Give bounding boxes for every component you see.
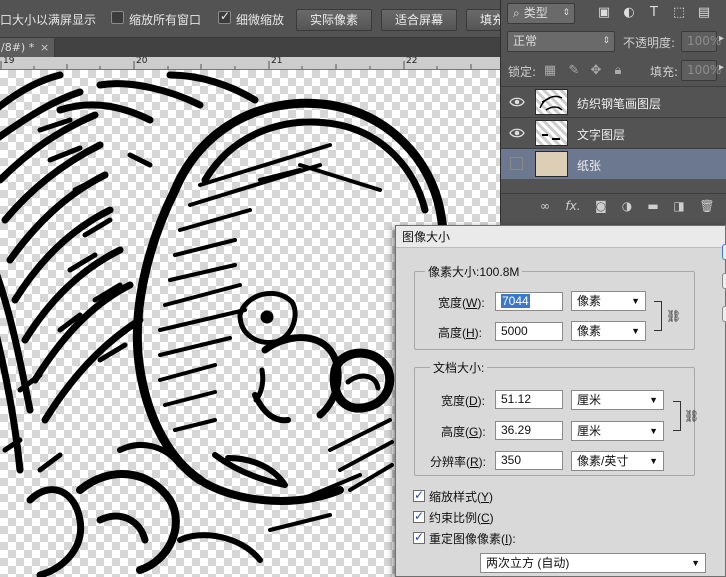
scale-styles-label[interactable]: 缩放样式(Y) <box>429 488 493 505</box>
layer-filter-label: 类型 <box>523 6 548 20</box>
eye-icon[interactable] <box>509 126 525 140</box>
chain-link-icon: ⛓︎ <box>666 309 682 323</box>
document-size-legend: 文档大小: <box>430 359 488 376</box>
link-bracket <box>654 301 662 331</box>
tab-strip <box>55 38 500 57</box>
layer-thumbnail <box>535 89 568 115</box>
layer-name: 纺织钢笔画图层 <box>577 97 662 111</box>
smart-object-filter-icon[interactable]: ▤ <box>697 6 711 20</box>
layer-thumbnail <box>535 151 568 177</box>
doc-width-label: 宽度(D): <box>441 394 486 408</box>
layers-bottom-bar: ∞ fx. ◙ ◑ ▬ ◨ 🗑︎ <box>501 193 726 217</box>
lock-label: 锁定: <box>508 65 537 79</box>
folder-icon[interactable]: ▬ <box>645 198 661 214</box>
resolution-unit-select[interactable]: 像素/英寸 <box>571 451 664 471</box>
fx-icon[interactable]: fx. <box>565 198 581 214</box>
ok-button[interactable] <box>722 244 726 260</box>
pixel-width-input[interactable]: 7044 <box>495 292 563 311</box>
pixel-width-unit-select[interactable]: 像素 <box>571 291 646 311</box>
doc-width-unit-select[interactable]: 厘米 <box>571 390 664 410</box>
opacity-field[interactable]: 100% <box>681 31 721 52</box>
layer-thumbnail <box>535 120 568 146</box>
zoom-all-windows-checkbox[interactable] <box>111 11 124 24</box>
layer-row[interactable]: 文字图层 <box>501 117 726 148</box>
ruler-label: 22 <box>406 57 418 66</box>
type-filter-icon[interactable]: T <box>647 6 661 20</box>
actual-pixels-button[interactable]: 实际像素 <box>296 9 372 31</box>
link-icon[interactable]: ∞ <box>537 198 553 214</box>
layer-filter-select[interactable]: ⌕ 类型 ⇕ <box>507 3 575 24</box>
pixel-filter-icon[interactable]: ▣ <box>597 6 611 20</box>
chevron-down-icon: ⇕ <box>562 8 570 18</box>
ruler-label: 20 <box>136 57 148 66</box>
resample-method-select[interactable]: 两次立方 (自动) <box>480 553 706 573</box>
new-layer-icon[interactable]: ◨ <box>671 198 687 214</box>
layer-row[interactable]: 纸张 <box>501 148 726 179</box>
chain-link-icon: ⛓︎ <box>684 409 700 423</box>
adjustment-icon[interactable]: ◑ <box>619 198 635 214</box>
layer-row[interactable]: 纺织钢笔画图层 <box>501 86 726 117</box>
lock-all-icon[interactable]: 🔒︎ <box>611 64 625 78</box>
adjustment-filter-icon[interactable]: ◐ <box>622 6 636 20</box>
ruler-label: 21 <box>271 57 283 66</box>
ruler-label: 19 <box>3 57 15 66</box>
eye-icon[interactable] <box>509 95 525 109</box>
search-icon: ⌕ <box>513 6 520 20</box>
chevron-down-icon: ⇕ <box>602 36 610 46</box>
resize-windows-label[interactable]: 口大小以满屏显示 <box>0 11 96 28</box>
constrain-proportions-checkbox[interactable] <box>413 509 425 523</box>
resample-label[interactable]: 重定图像像素(I): <box>429 530 516 547</box>
doc-height-unit-select[interactable]: 厘米 <box>571 421 664 441</box>
auto-button[interactable] <box>722 306 726 322</box>
lock-move-icon[interactable]: ✥ <box>589 64 603 78</box>
mask-icon[interactable]: ◙ <box>593 198 609 214</box>
options-bar: 口大小以满屏显示 缩放所有窗口 细微缩放 实际像素 适合屏幕 填充 <box>0 0 506 38</box>
close-tab-icon[interactable]: × <box>40 38 49 57</box>
layers-panel: ⌕ 类型 ⇕ ▣ ◐ T ⬚ ▤ 正常 ⇕ 不透明度: 100% ▸ 锁定: ▦ … <box>500 0 726 222</box>
scale-styles-checkbox[interactable] <box>413 488 425 502</box>
visibility-toggle[interactable] <box>510 157 523 170</box>
pixel-height-label: 高度(H): <box>438 326 483 340</box>
blend-mode-select[interactable]: 正常 ⇕ <box>507 31 615 52</box>
fill-field[interactable]: 100% <box>681 60 721 81</box>
resolution-input[interactable]: 350 <box>495 451 563 470</box>
layer-name: 纸张 <box>577 159 602 173</box>
pixel-dimensions-legend: 像素大小:100.8M <box>425 263 523 280</box>
lock-transparency-icon[interactable]: ▦ <box>543 64 557 78</box>
pixel-height-input[interactable]: 5000 <box>495 322 563 341</box>
trash-icon[interactable]: 🗑︎ <box>699 198 715 214</box>
scrubby-zoom-label[interactable]: 细微缩放 <box>236 11 284 28</box>
layer-name: 文字图层 <box>577 128 626 142</box>
fit-screen-button[interactable]: 适合屏幕 <box>381 9 457 31</box>
constrain-proportions-label[interactable]: 约束比例(C) <box>429 509 494 526</box>
opacity-arrow-icon[interactable]: ▸ <box>719 33 724 44</box>
zoom-all-windows-label[interactable]: 缩放所有窗口 <box>129 11 201 28</box>
doc-height-input[interactable]: 36.29 <box>495 421 563 440</box>
cancel-button[interactable] <box>722 273 726 289</box>
lock-brush-icon[interactable]: ✎ <box>567 64 581 78</box>
shape-filter-icon[interactable]: ⬚ <box>672 6 686 20</box>
ruler-ticks <box>0 61 472 69</box>
link-bracket <box>673 401 681 431</box>
pixel-width-label: 宽度(W): <box>438 296 485 310</box>
doc-height-label: 高度(G): <box>441 425 486 439</box>
blend-mode-value: 正常 <box>513 34 538 48</box>
fill-arrow-icon[interactable]: ▸ <box>719 62 724 73</box>
document-tab[interactable]: /8#) * × <box>0 38 55 57</box>
fill-label: 填充: <box>650 65 679 79</box>
horizontal-ruler: 19 20 21 22 <box>0 57 500 70</box>
doc-width-input[interactable]: 51.12 <box>495 390 563 409</box>
resample-checkbox[interactable] <box>413 530 425 544</box>
document-tab-title: /8#) * <box>1 41 35 54</box>
dialog-title: 图像大小 <box>396 226 725 248</box>
opacity-label: 不透明度: <box>623 36 676 50</box>
image-size-dialog: 图像大小 像素大小:100.8M 宽度(W): 7044 像素 高度(H): 5… <box>395 225 726 577</box>
pixel-height-unit-select[interactable]: 像素 <box>571 321 646 341</box>
resolution-label: 分辨率(R): <box>430 455 487 469</box>
scrubby-zoom-checkbox[interactable] <box>218 9 231 24</box>
